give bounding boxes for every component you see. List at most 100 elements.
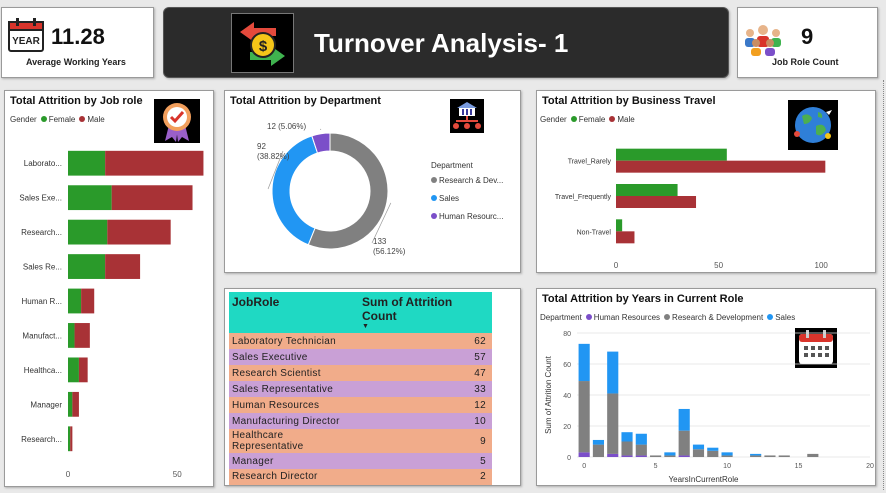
money-exchange-icon: $: [231, 13, 294, 73]
data-label-value: 92: [257, 142, 266, 151]
bar-segment: [650, 455, 662, 457]
bar-female: [68, 288, 82, 314]
data-label-percent: (38.82%): [257, 152, 290, 161]
average-working-years-value: 11.28: [51, 24, 105, 49]
legend-item-hr[interactable]: Human Resourc...: [431, 212, 503, 221]
attrition-by-department-chart[interactable]: Total Attrition by Department 133 (56.12%…: [224, 90, 521, 273]
bar-segment: [678, 455, 690, 457]
cell-jobrole: Research Director: [229, 469, 359, 485]
cell-attrition-count: 57: [359, 349, 492, 365]
table-row[interactable]: Healthcare Representative 9: [229, 429, 492, 453]
y-axis-title: Sum of Attrition Count: [544, 355, 553, 434]
table-row[interactable]: Laboratory Technician 62: [229, 333, 492, 349]
x-tick-label: 100: [815, 261, 829, 270]
legend-item-research[interactable]: Research & Dev...: [431, 176, 503, 185]
attrition-by-business-travel-chart[interactable]: Total Attrition by Business Travel Gende…: [536, 90, 876, 273]
job-role-bar-plot: Laborato... Sales Exe... Research... Sales …: [19, 150, 204, 479]
cell-attrition-count: 2: [359, 469, 492, 485]
bar-male: [81, 288, 95, 314]
category-label: Human R...: [22, 297, 62, 306]
column-header-attrition-count[interactable]: Sum of Attrition Count ▼: [359, 292, 492, 333]
x-tick-label: 20: [866, 463, 874, 470]
bar-female: [616, 219, 623, 232]
bar-segment: [750, 455, 762, 457]
bar-segment: [621, 432, 633, 442]
leader-line: [319, 128, 322, 131]
years-in-role-bar-plot: 0 20 40 60 80 0 5 10 15 20 YearsInCurrentRole Sum o…: [544, 331, 874, 484]
category-label: Sales Re...: [23, 263, 62, 272]
cell-attrition-count: 47: [359, 365, 492, 381]
category-label: Laborato...: [24, 159, 62, 168]
legend-title: Department: [431, 161, 473, 170]
table-row[interactable]: Research Director 2: [229, 469, 492, 485]
cell-jobrole: Sales Representative: [229, 381, 359, 397]
bar-male: [616, 196, 697, 208]
data-label-percent: (56.12%): [373, 247, 406, 256]
bar-male: [111, 185, 193, 211]
table-row[interactable]: Sales Executive 57: [229, 349, 492, 365]
y-tick-label: 60: [563, 362, 571, 369]
bar-segment: [607, 393, 619, 454]
kpi-average-working-years-card: YEAR 11.28 Average Working Years: [1, 7, 154, 78]
page-title: Turnover Analysis- 1: [314, 28, 569, 58]
bar-male: [105, 150, 204, 176]
bar-segment: [807, 453, 819, 457]
table-row[interactable]: Research Scientist 47: [229, 365, 492, 381]
bar-male: [616, 231, 635, 244]
table-row[interactable]: Human Resources 12: [229, 397, 492, 413]
y-tick-label: 0: [567, 455, 571, 462]
bar-segment: [664, 452, 676, 456]
y-tick-label: 40: [563, 393, 571, 400]
table-row[interactable]: Manager 5: [229, 453, 492, 469]
kpi-job-role-count-card: 9 Job Role Count: [737, 7, 878, 78]
bar-segment: [621, 441, 633, 456]
average-working-years-label: Average Working Years: [26, 57, 126, 67]
table-header-row: JobRole Sum of Attrition Count ▼: [229, 292, 492, 333]
bar-male: [616, 160, 826, 173]
bar-male: [107, 219, 171, 245]
table-row[interactable]: Manufacturing Director 10: [229, 413, 492, 429]
bar-male: [74, 323, 90, 348]
bar-female: [68, 219, 108, 245]
cell-jobrole: Human Resources: [229, 397, 359, 413]
bar-female: [68, 185, 112, 211]
people-group-icon: [742, 22, 784, 56]
job-role-attrition-table[interactable]: JobRole Sum of Attrition Count ▼ Laborat…: [224, 288, 521, 486]
bar-female: [68, 323, 75, 348]
x-tick-label: 5: [654, 463, 658, 470]
attrition-by-job-role-chart[interactable]: Total Attrition by Job role Gender Femal…: [4, 90, 214, 487]
bar-female: [616, 184, 678, 196]
category-label: Manufact...: [22, 331, 62, 340]
bar-female: [68, 254, 106, 279]
bar-segment: [592, 439, 605, 445]
bar-female: [68, 150, 106, 176]
x-tick-label: 0: [582, 463, 586, 470]
header-banner: $ Turnover Analysis- 1: [163, 7, 729, 78]
category-label: Travel_Frequently: [555, 194, 612, 201]
bar-segment: [607, 453, 619, 457]
x-tick-label: 15: [795, 463, 803, 470]
attrition-by-years-in-role-chart[interactable]: Total Attrition by Years in Current Role…: [536, 288, 876, 486]
bar-female: [68, 426, 71, 452]
x-tick-label: 10: [723, 463, 731, 470]
job-role-count-label: Job Role Count: [772, 57, 839, 67]
legend-item-sales[interactable]: Sales: [431, 194, 503, 203]
column-header-jobrole[interactable]: JobRole: [229, 292, 359, 333]
x-tick-label: 0: [614, 261, 619, 270]
bar-segment: [607, 351, 619, 394]
bar-segment: [721, 452, 733, 456]
table-body: Laboratory Technician 62 Sales Executive 57…: [229, 333, 492, 485]
cell-jobrole: Laboratory Technician: [229, 333, 359, 349]
bar-segment: [707, 450, 719, 457]
department-legend: Department Research & Dev... Sales Human…: [431, 161, 503, 221]
data-label-value: 12 (5.06%): [267, 122, 306, 131]
svg-text:YEAR: YEAR: [12, 36, 41, 47]
total-value: 237: [359, 484, 492, 485]
x-axis-title: YearsInCurrentRole: [669, 475, 740, 484]
table-row[interactable]: Sales Representative 33: [229, 381, 492, 397]
bar-female: [616, 148, 727, 161]
category-label: Healthca...: [24, 366, 62, 375]
category-label: Non-Travel: [577, 229, 612, 236]
cell-attrition-count: 5: [359, 453, 492, 469]
total-label: Total: [229, 484, 359, 485]
